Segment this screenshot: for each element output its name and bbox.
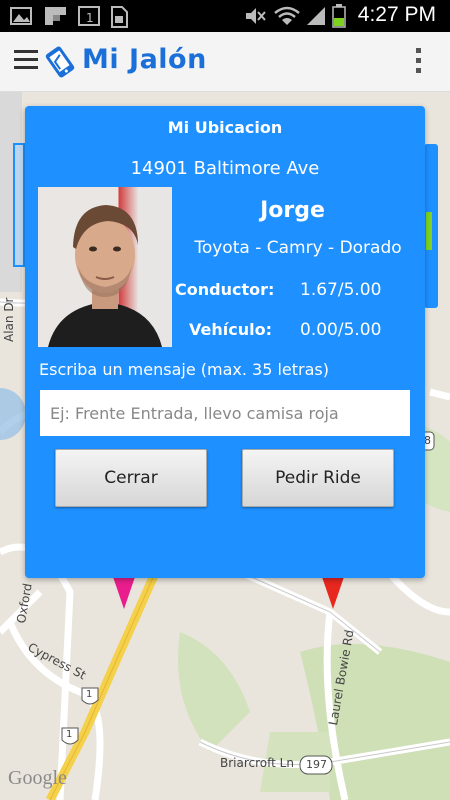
map-label: Alan Dr [2, 297, 16, 343]
message-label: Escriba un mensaje (max. 35 letras) [39, 360, 330, 379]
status-time: 4:27 PM [357, 3, 436, 26]
vehicle-rating-value: 0.00/5.00 [300, 320, 382, 340]
app-logo-icon [45, 46, 75, 78]
gallery-icon [10, 7, 32, 25]
sim-card-icon [111, 6, 128, 28]
ride-dialog: Mi Ubicacion 14901 Baltimore Ave Jorge T… [25, 106, 425, 578]
dialog-title: Mi Ubicacion [167, 118, 283, 137]
request-ride-button[interactable]: Pedir Ride [242, 449, 394, 507]
current-address: 14901 Baltimore Ave [130, 158, 320, 179]
app-title: Mi Jalón [82, 44, 207, 75]
message-input[interactable] [40, 390, 410, 436]
driver-name: Jorge [260, 198, 325, 223]
driver-rating-value: 1.67/5.00 [300, 280, 382, 300]
vehicle-description: Toyota - Camry - Dorado [194, 238, 402, 258]
vehicle-rating-label: Vehículo: [189, 320, 272, 339]
overflow-menu-icon[interactable] [416, 48, 422, 78]
menu-icon[interactable] [14, 50, 38, 70]
calendar-icon: 1 [78, 6, 100, 26]
route-shield-label: 1 [66, 729, 73, 740]
battery-icon [332, 4, 346, 28]
flipboard-icon [45, 7, 66, 25]
mute-icon [246, 8, 266, 24]
google-attribution: Google [8, 767, 67, 789]
svg-text:1: 1 [86, 11, 94, 25]
status-bar: 1 4:27 PM [0, 0, 450, 32]
route-shield-label: 197 [306, 758, 327, 771]
driver-rating-label: Conductor: [175, 280, 275, 299]
map-label: Briarcroft Ln [220, 756, 294, 770]
wifi-icon [274, 6, 300, 25]
route-shield-label: 8 [424, 434, 431, 447]
app-bar: Mi Jalón [0, 32, 450, 92]
close-button[interactable]: Cerrar [55, 449, 207, 507]
route-shield-label: 1 [86, 689, 93, 700]
signal-icon [307, 7, 325, 25]
driver-photo [38, 187, 172, 347]
